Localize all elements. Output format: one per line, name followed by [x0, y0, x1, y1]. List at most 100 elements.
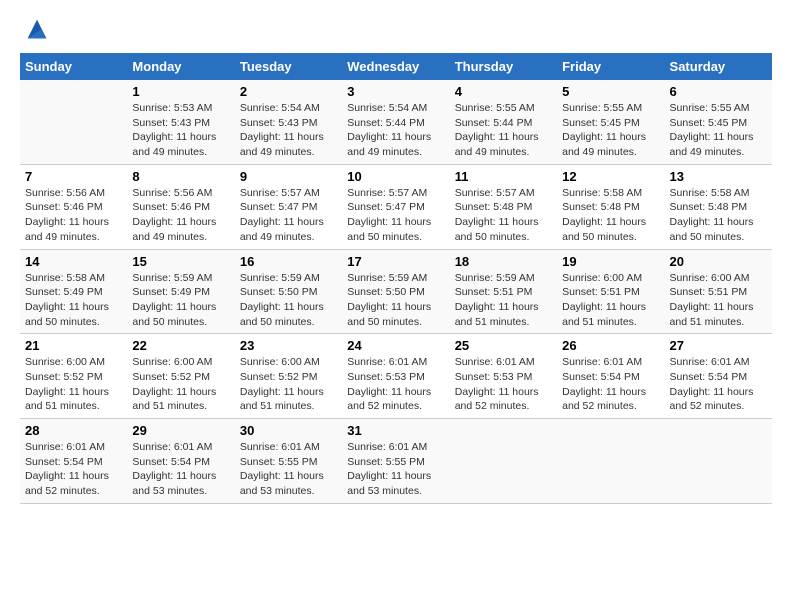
- calendar-cell: [20, 80, 127, 164]
- header-day-saturday: Saturday: [665, 53, 772, 80]
- day-info: Sunrise: 5:57 AMSunset: 5:47 PMDaylight:…: [347, 186, 444, 245]
- calendar-cell: 13 Sunrise: 5:58 AMSunset: 5:48 PMDayligh…: [665, 164, 772, 249]
- calendar-cell: 18 Sunrise: 5:59 AMSunset: 5:51 PMDayligh…: [450, 249, 557, 334]
- week-row-1: 1 Sunrise: 5:53 AMSunset: 5:43 PMDaylight…: [20, 80, 772, 164]
- day-info: Sunrise: 5:59 AMSunset: 5:50 PMDaylight:…: [240, 271, 337, 330]
- header-day-monday: Monday: [127, 53, 234, 80]
- calendar-cell: 25Sunrise: 6:01 AMSunset: 5:53 PMDayligh…: [450, 334, 557, 419]
- calendar-cell: 6 Sunrise: 5:55 AMSunset: 5:45 PMDaylight…: [665, 80, 772, 164]
- day-info: Sunrise: 5:57 AMSunset: 5:48 PMDaylight:…: [455, 186, 552, 245]
- calendar-cell: 15Sunrise: 5:59 AMSunset: 5:49 PMDayligh…: [127, 249, 234, 334]
- day-number: 16: [240, 254, 337, 269]
- calendar-cell: 9Sunrise: 5:57 AMSunset: 5:47 PMDaylight…: [235, 164, 342, 249]
- day-number: 30: [240, 423, 337, 438]
- day-number: 18: [455, 254, 552, 269]
- day-info: Sunrise: 6:01 AMSunset: 5:55 PMDaylight:…: [347, 440, 444, 499]
- calendar-cell: [450, 419, 557, 504]
- day-number: 7: [25, 169, 122, 184]
- day-info: Sunrise: 6:01 AMSunset: 5:53 PMDaylight:…: [347, 355, 444, 414]
- calendar-cell: 11 Sunrise: 5:57 AMSunset: 5:48 PMDayligh…: [450, 164, 557, 249]
- week-row-5: 28 Sunrise: 6:01 AMSunset: 5:54 PMDayligh…: [20, 419, 772, 504]
- logo: [20, 15, 51, 43]
- day-info: Sunrise: 6:00 AMSunset: 5:52 PMDaylight:…: [132, 355, 229, 414]
- calendar-cell: 10 Sunrise: 5:57 AMSunset: 5:47 PMDayligh…: [342, 164, 449, 249]
- header-day-tuesday: Tuesday: [235, 53, 342, 80]
- day-number: 29: [132, 423, 229, 438]
- calendar-cell: 22 Sunrise: 6:00 AMSunset: 5:52 PMDayligh…: [127, 334, 234, 419]
- day-number: 5: [562, 84, 659, 99]
- day-info: Sunrise: 5:56 AMSunset: 5:46 PMDaylight:…: [132, 186, 229, 245]
- day-info: Sunrise: 5:58 AMSunset: 5:48 PMDaylight:…: [670, 186, 767, 245]
- calendar-cell: 4 Sunrise: 5:55 AMSunset: 5:44 PMDaylight…: [450, 80, 557, 164]
- day-info: Sunrise: 5:54 AMSunset: 5:44 PMDaylight:…: [347, 101, 444, 160]
- week-row-3: 14 Sunrise: 5:58 AMSunset: 5:49 PMDayligh…: [20, 249, 772, 334]
- calendar-cell: 12 Sunrise: 5:58 AMSunset: 5:48 PMDayligh…: [557, 164, 664, 249]
- calendar-cell: 27Sunrise: 6:01 AMSunset: 5:54 PMDayligh…: [665, 334, 772, 419]
- calendar-cell: 31 Sunrise: 6:01 AMSunset: 5:55 PMDayligh…: [342, 419, 449, 504]
- calendar-cell: 7 Sunrise: 5:56 AMSunset: 5:46 PMDaylight…: [20, 164, 127, 249]
- calendar-cell: 21 Sunrise: 6:00 AMSunset: 5:52 PMDayligh…: [20, 334, 127, 419]
- day-info: Sunrise: 6:00 AMSunset: 5:52 PMDaylight:…: [25, 355, 122, 414]
- calendar-cell: [557, 419, 664, 504]
- day-number: 1: [132, 84, 229, 99]
- day-info: Sunrise: 6:01 AMSunset: 5:54 PMDaylight:…: [562, 355, 659, 414]
- day-info: Sunrise: 5:55 AMSunset: 5:44 PMDaylight:…: [455, 101, 552, 160]
- calendar-cell: 29 Sunrise: 6:01 AMSunset: 5:54 PMDayligh…: [127, 419, 234, 504]
- header-day-friday: Friday: [557, 53, 664, 80]
- calendar-cell: 16 Sunrise: 5:59 AMSunset: 5:50 PMDayligh…: [235, 249, 342, 334]
- day-number: 28: [25, 423, 122, 438]
- calendar-cell: 19 Sunrise: 6:00 AMSunset: 5:51 PMDayligh…: [557, 249, 664, 334]
- week-row-4: 21 Sunrise: 6:00 AMSunset: 5:52 PMDayligh…: [20, 334, 772, 419]
- header: [20, 15, 772, 43]
- calendar-cell: 8 Sunrise: 5:56 AMSunset: 5:46 PMDaylight…: [127, 164, 234, 249]
- day-number: 3: [347, 84, 444, 99]
- day-number: 25: [455, 338, 552, 353]
- day-number: 8: [132, 169, 229, 184]
- calendar-table: SundayMondayTuesdayWednesdayThursdayFrid…: [20, 53, 772, 504]
- day-number: 11: [455, 169, 552, 184]
- day-number: 24: [347, 338, 444, 353]
- calendar-cell: 1 Sunrise: 5:53 AMSunset: 5:43 PMDaylight…: [127, 80, 234, 164]
- page: SundayMondayTuesdayWednesdayThursdayFrid…: [0, 0, 792, 612]
- header-day-wednesday: Wednesday: [342, 53, 449, 80]
- day-number: 6: [670, 84, 767, 99]
- day-info: Sunrise: 6:01 AMSunset: 5:54 PMDaylight:…: [132, 440, 229, 499]
- day-info: Sunrise: 5:54 AMSunset: 5:43 PMDaylight:…: [240, 101, 337, 160]
- day-info: Sunrise: 6:00 AMSunset: 5:51 PMDaylight:…: [562, 271, 659, 330]
- day-number: 13: [670, 169, 767, 184]
- day-number: 31: [347, 423, 444, 438]
- day-info: Sunrise: 5:56 AMSunset: 5:46 PMDaylight:…: [25, 186, 122, 245]
- calendar-cell: 14 Sunrise: 5:58 AMSunset: 5:49 PMDayligh…: [20, 249, 127, 334]
- calendar-cell: 2 Sunrise: 5:54 AMSunset: 5:43 PMDaylight…: [235, 80, 342, 164]
- day-number: 21: [25, 338, 122, 353]
- day-number: 26: [562, 338, 659, 353]
- day-info: Sunrise: 5:58 AMSunset: 5:48 PMDaylight:…: [562, 186, 659, 245]
- days-header-row: SundayMondayTuesdayWednesdayThursdayFrid…: [20, 53, 772, 80]
- day-number: 10: [347, 169, 444, 184]
- day-info: Sunrise: 5:55 AMSunset: 5:45 PMDaylight:…: [562, 101, 659, 160]
- day-info: Sunrise: 5:59 AMSunset: 5:51 PMDaylight:…: [455, 271, 552, 330]
- day-info: Sunrise: 5:59 AMSunset: 5:49 PMDaylight:…: [132, 271, 229, 330]
- calendar-cell: 5 Sunrise: 5:55 AMSunset: 5:45 PMDaylight…: [557, 80, 664, 164]
- calendar-cell: 3 Sunrise: 5:54 AMSunset: 5:44 PMDaylight…: [342, 80, 449, 164]
- day-number: 2: [240, 84, 337, 99]
- calendar-cell: 20 Sunrise: 6:00 AMSunset: 5:51 PMDayligh…: [665, 249, 772, 334]
- day-info: Sunrise: 5:57 AMSunset: 5:47 PMDaylight:…: [240, 186, 337, 245]
- day-number: 14: [25, 254, 122, 269]
- day-number: 19: [562, 254, 659, 269]
- day-info: Sunrise: 6:00 AMSunset: 5:51 PMDaylight:…: [670, 271, 767, 330]
- day-info: Sunrise: 5:55 AMSunset: 5:45 PMDaylight:…: [670, 101, 767, 160]
- day-number: 20: [670, 254, 767, 269]
- calendar-cell: 17Sunrise: 5:59 AMSunset: 5:50 PMDayligh…: [342, 249, 449, 334]
- day-info: Sunrise: 5:58 AMSunset: 5:49 PMDaylight:…: [25, 271, 122, 330]
- calendar-cell: 23Sunrise: 6:00 AMSunset: 5:52 PMDayligh…: [235, 334, 342, 419]
- day-number: 4: [455, 84, 552, 99]
- header-day-sunday: Sunday: [20, 53, 127, 80]
- calendar-cell: 28 Sunrise: 6:01 AMSunset: 5:54 PMDayligh…: [20, 419, 127, 504]
- day-info: Sunrise: 5:53 AMSunset: 5:43 PMDaylight:…: [132, 101, 229, 160]
- day-number: 12: [562, 169, 659, 184]
- day-number: 22: [132, 338, 229, 353]
- day-info: Sunrise: 6:01 AMSunset: 5:54 PMDaylight:…: [25, 440, 122, 499]
- calendar-cell: 30 Sunrise: 6:01 AMSunset: 5:55 PMDayligh…: [235, 419, 342, 504]
- day-info: Sunrise: 6:01 AMSunset: 5:55 PMDaylight:…: [240, 440, 337, 499]
